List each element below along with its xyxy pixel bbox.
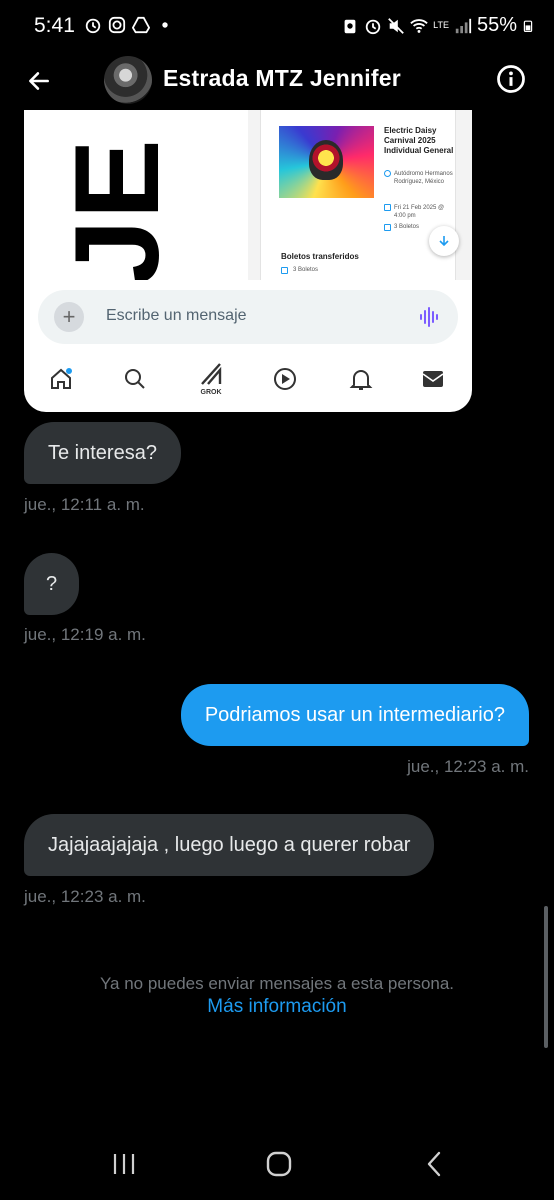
image-big-lettering: JE [50,139,184,280]
message-timestamp: jue., 12:19 a. m. [24,625,146,644]
home-icon [51,368,72,389]
ticket-location: Autódromo Hermanos Rodríguez, México [384,170,454,186]
clipboard-icon [344,19,356,33]
location-pin-icon [384,170,391,177]
message-bubble-incoming[interactable]: Te interesa? [24,422,181,484]
contact-name[interactable]: Estrada MTZ Jennifer [163,65,401,92]
mute-icon [388,17,404,34]
conversation-header: Estrada MTZ Jennifer [0,52,554,110]
back-arrow-icon [29,72,49,90]
scroll-down-button [429,226,459,256]
message-bubble-incoming[interactable]: Jajajaajajaja , luego luego a querer rob… [24,814,435,876]
signal-icon [455,18,472,33]
image-left-panel: JE [24,110,248,280]
more-info-link[interactable]: Más información [0,996,554,1018]
ticket-artwork [279,126,374,198]
battery-percent: 55% [476,14,517,36]
play-icon [274,368,296,390]
message-bubble-outgoing[interactable]: Podriamos usar un intermediario? [180,684,529,746]
avatar[interactable] [104,56,152,104]
message-timestamp: jue., 12:23 a. m. [24,887,146,906]
compose-placeholder: Escribe un mensaje [106,307,247,324]
home-circle-icon [266,1151,292,1177]
system-nav-bar [0,1128,554,1200]
instagram-icon [108,16,126,34]
battery-icon [523,20,533,32]
transfer-count: 3 Boletos [281,267,318,274]
notification-icons [84,16,174,34]
search-icon [125,369,145,389]
ticket-card: Electric Daisy Carnival 2025 Individual … [260,110,459,280]
ticket-date: Fri 21 Feb 2025 @ 4:00 pm [384,204,454,220]
alarm-icon [365,19,381,34]
network-label: LTE [433,20,449,30]
nav-back-icon [427,1151,441,1177]
ticket-icon [384,224,391,231]
ticket-count: 3 Boletos [384,224,419,231]
plus-icon: + [54,302,84,332]
wifi-icon [410,18,428,33]
info-icon[interactable] [496,64,526,94]
message-timestamp: jue., 12:23 a. m. [407,757,529,776]
grok-icon: GROK [196,362,226,398]
drive-icon [132,16,150,34]
image-ticket-panel: Electric Daisy Carnival 2025 Individual … [248,110,472,280]
transfer-title: Boletos transferidos [281,252,359,261]
scrollbar-thumb[interactable] [544,906,548,1048]
status-bar: 5:41 LTE 55% [0,0,554,52]
message-timestamp: jue., 12:11 a. m. [24,495,145,514]
blocked-notice: Ya no puedes enviar mensajes a esta pers… [99,974,455,993]
image-tab-bar: GROK [24,360,472,400]
recents-button[interactable] [104,1148,144,1180]
recents-icon [113,1154,135,1174]
dot-icon [162,22,168,28]
image-compose-bar: + Escribe un mensaje [38,290,458,344]
ticket-title: Electric Daisy Carnival 2025 Individual … [384,126,454,155]
mail-icon [422,371,444,387]
arrow-down-icon [439,236,449,247]
home-nav-button[interactable] [259,1148,299,1180]
voice-icon [420,307,438,327]
alarm-icon [85,18,101,34]
ticket-icon [281,267,288,274]
system-status: LTE 55% [341,14,534,37]
grok-label: GROK [200,389,222,396]
calendar-icon [384,204,391,211]
back-nav-button[interactable] [414,1148,454,1180]
message-bubble-incoming[interactable]: ? [24,553,80,615]
status-time: 5:41 [34,14,75,37]
back-button[interactable] [22,64,56,98]
bell-icon [349,370,373,390]
shared-image-message[interactable]: JE Electric Daisy Carnival 2025 Individu… [24,110,472,412]
